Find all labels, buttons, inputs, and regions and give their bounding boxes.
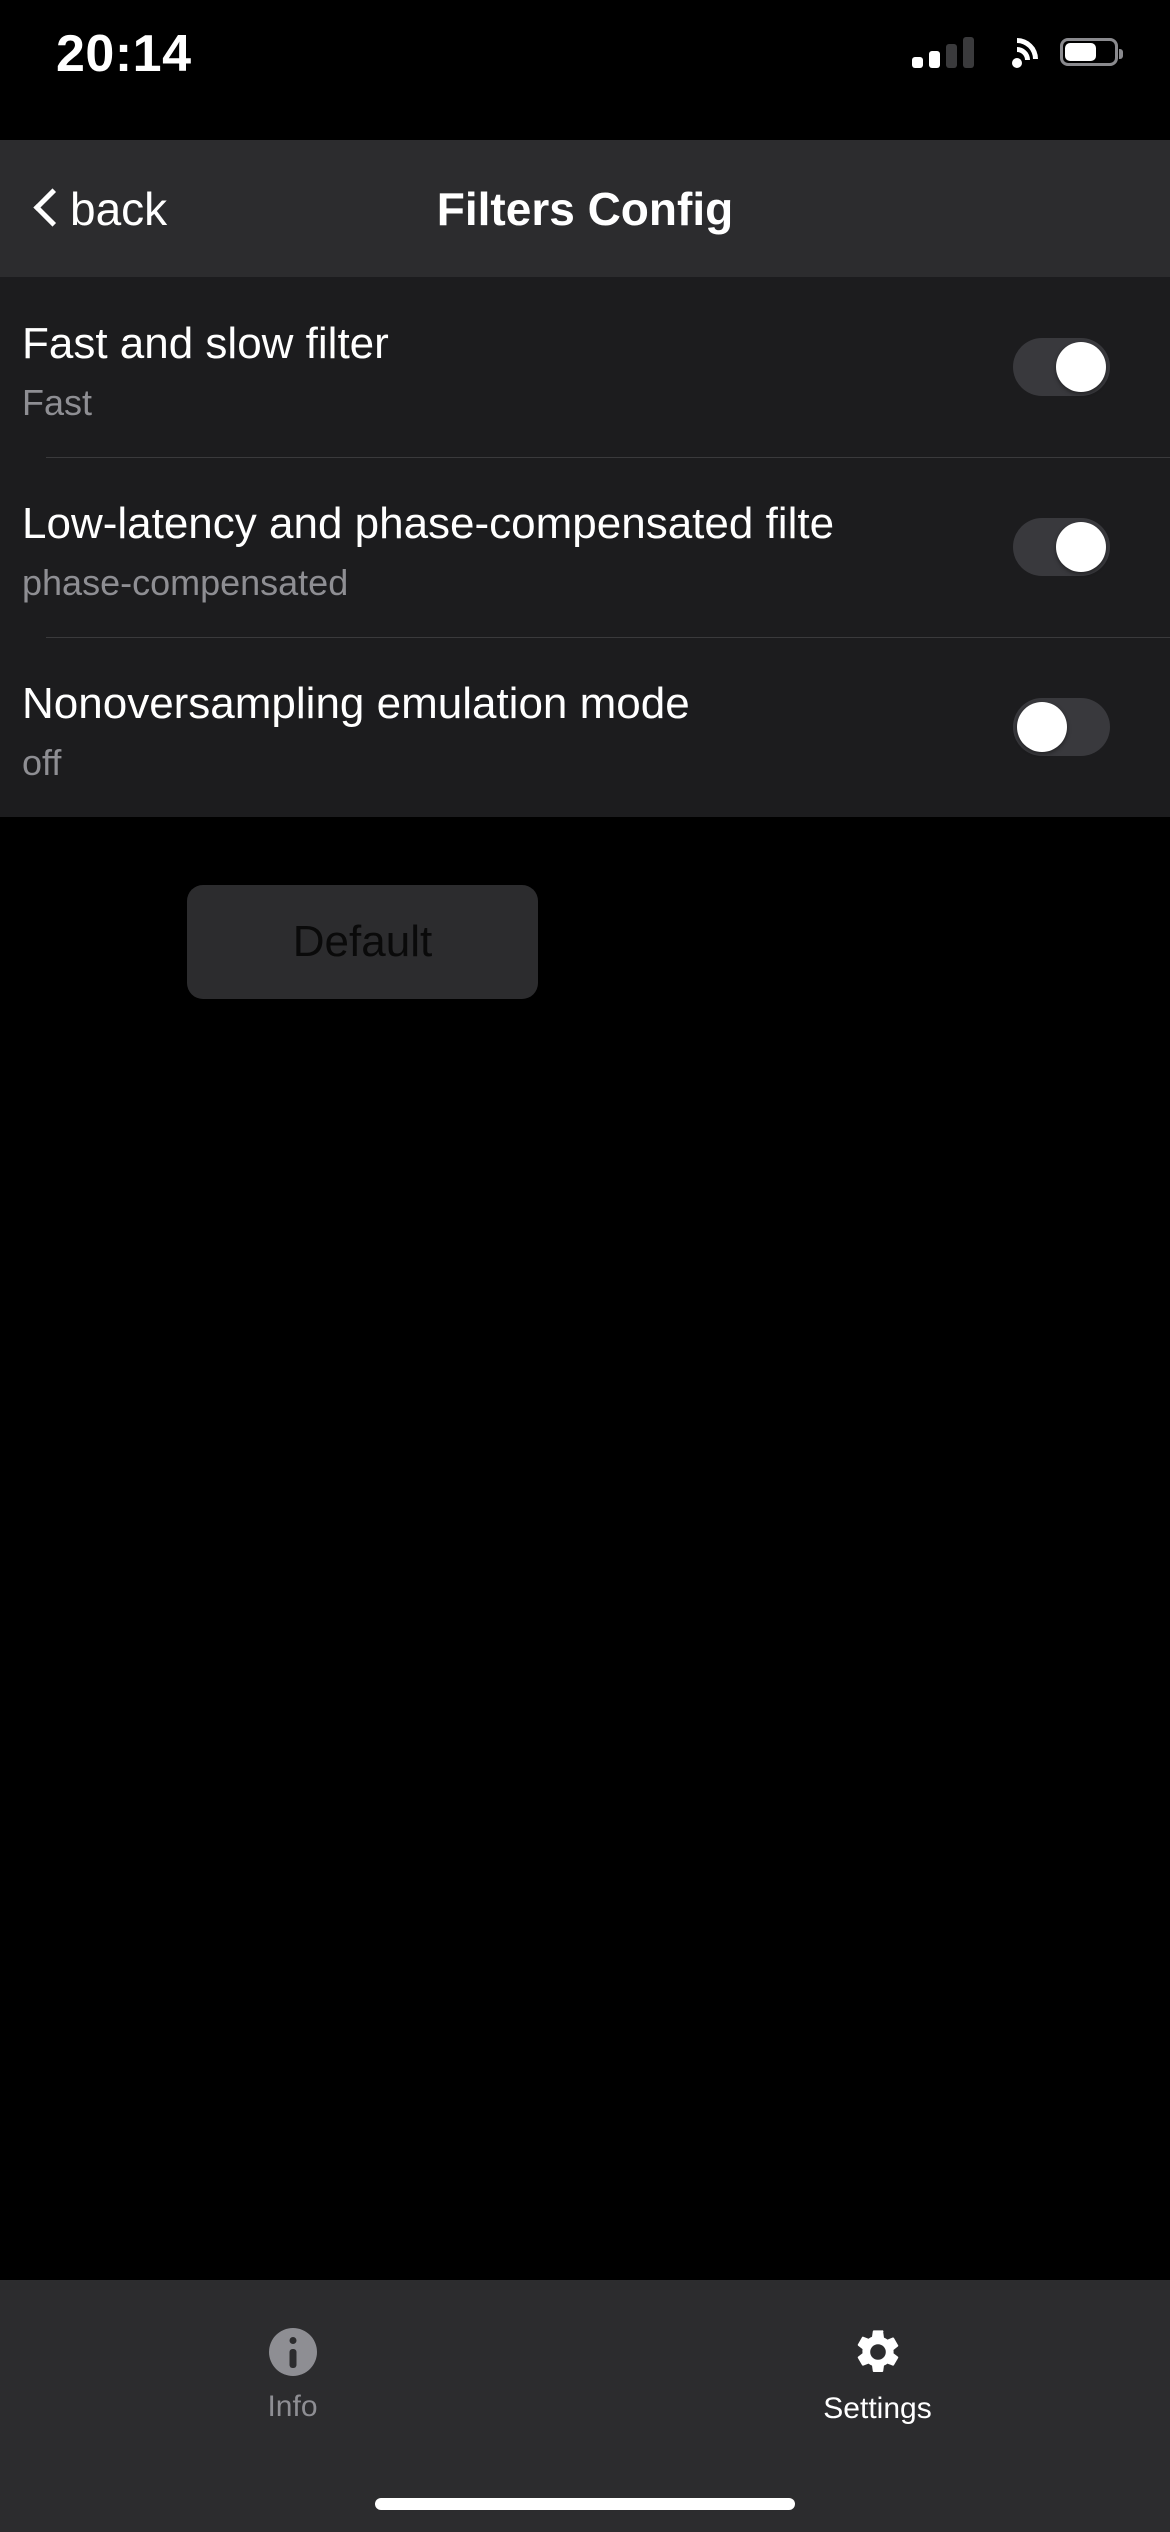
row-title: Fast and slow filter [22,319,389,368]
settings-row-fast-slow-filter[interactable]: Fast and slow filter Fast [0,277,1170,457]
toggle-knob [1056,342,1106,392]
default-button[interactable]: Default [187,885,538,999]
row-title: Nonoversampling emulation mode [22,679,690,728]
back-button-label: back [70,182,168,235]
gear-icon [852,2326,904,2378]
row-subtitle: Fast [22,381,93,423]
row-title: Low-latency and phase-compensated filte [22,499,835,548]
back-button[interactable]: back [18,140,183,277]
toggle-nonoversampling-mode[interactable] [1013,698,1110,756]
settings-row-low-latency-filter[interactable]: Low-latency and phase-compensated filte … [0,457,1170,637]
tab-bar: Info Settings [0,2280,1170,2532]
tab-list: Info Settings [0,2280,1170,2455]
wifi-icon [987,29,1047,89]
chevron-left-icon [34,188,60,230]
toggle-fast-slow-filter[interactable] [1013,338,1110,396]
settings-row-nonoversampling-mode[interactable]: Nonoversampling emulation mode off [0,637,1170,817]
battery-icon [1060,38,1123,66]
phone-screen: 20:14 Filters Config back Fast and slow … [0,0,1170,2532]
toggle-knob [1056,522,1106,572]
status-indicators [912,29,1123,89]
tab-info-label: Info [267,2389,318,2423]
toggle-knob [1017,702,1067,752]
tab-info[interactable]: Info [0,2280,585,2455]
status-bar: 20:14 [0,0,1170,140]
home-indicator[interactable] [375,2498,795,2510]
row-subtitle: off [22,741,62,783]
row-text-group: Low-latency and phase-compensated filte … [22,499,1170,603]
row-subtitle: phase-compensated [22,561,349,603]
status-time: 20:14 [56,25,192,83]
tab-settings-label: Settings [823,2391,932,2425]
info-circle-icon [268,2327,317,2376]
settings-list: Fast and slow filter Fast Low-latency an… [0,277,1170,817]
toggle-low-latency-filter[interactable] [1013,518,1110,576]
navigation-bar: Filters Config back [0,140,1170,277]
tab-settings[interactable]: Settings [585,2280,1170,2455]
cellular-signal-icon [912,36,974,68]
row-text-group: Fast and slow filter Fast [22,319,1170,423]
row-text-group: Nonoversampling emulation mode off [22,679,1170,783]
